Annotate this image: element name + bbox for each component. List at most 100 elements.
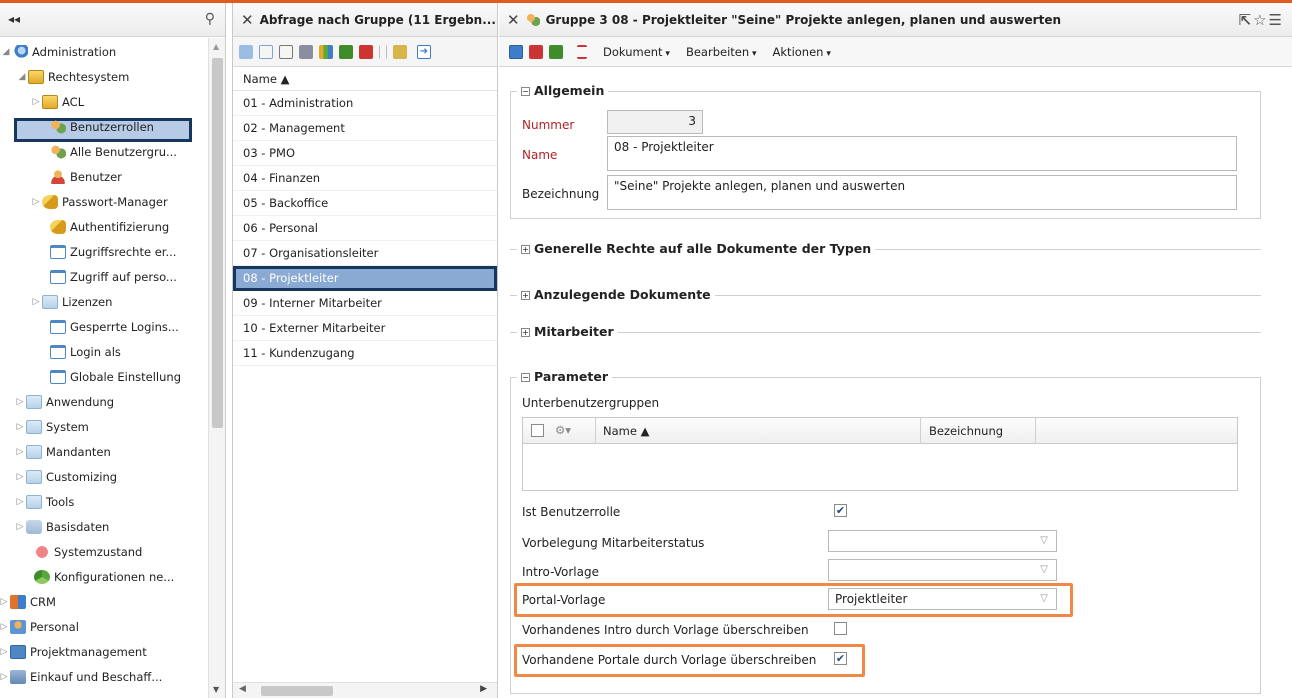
scroll-down-icon[interactable]: ▼ [213,685,219,694]
tree-item[interactable]: Gesperrte Logins... [38,316,179,338]
expand-arrow-icon[interactable]: ▷ [14,466,26,488]
save-icon[interactable] [509,44,523,59]
pdf-icon[interactable] [529,44,543,59]
tree-item[interactable]: ▷ Lizenzen [30,291,112,313]
list-item[interactable]: 07 - Organisationsleiter [233,241,497,266]
expand-arrow-icon[interactable]: ▷ [30,191,42,213]
expand-arrow-icon[interactable]: ▷ [0,616,10,638]
expand-icon[interactable]: + [521,291,530,300]
list-item[interactable]: 06 - Personal [233,216,497,241]
dokument-menu[interactable]: Dokument [603,45,670,59]
bezeichnung-field[interactable]: "Seine" Projekte anlegen, planen und aus… [607,175,1237,210]
name-column-header[interactable]: Name ▲ [233,67,497,91]
list-item[interactable]: 11 - Kundenzugang [233,341,497,366]
tree-item[interactable]: Globale Einstellung [38,366,181,388]
tree-item[interactable]: ▷ CRM [0,591,56,613]
name-field[interactable]: 08 - Projektleiter [607,136,1237,171]
tree-item[interactable]: Login als [38,341,121,363]
tree-item[interactable]: ▷ Customizing [14,466,117,488]
expand-arrow-icon[interactable]: ▷ [14,441,26,463]
chevron-down-icon[interactable]: ▽ [1040,564,1048,575]
aktionen-menu[interactable]: Aktionen [773,45,831,59]
pdf-icon[interactable] [359,44,373,59]
back-icon[interactable] [239,44,253,59]
list-item[interactable]: 09 - Interner Mitarbeiter [233,291,497,316]
scroll-up-icon[interactable]: ▲ [213,42,219,51]
list-item[interactable]: 02 - Management [233,116,497,141]
close-icon[interactable]: ✕ [507,11,520,29]
ist-benutzerrolle-checkbox[interactable]: ✔ [834,504,847,517]
grid-settings-gear-icon[interactable]: ⚙▾ [555,423,571,437]
scroll-right-icon[interactable]: ▶ [480,684,487,694]
menu-icon[interactable]: ☰ [1269,11,1284,29]
close-icon[interactable]: ✕ [241,11,254,29]
tree-item[interactable]: Zugriff auf perso... [38,266,177,288]
list-horizontal-scrollbar[interactable]: ◀ ▶ [233,682,497,698]
tree-item[interactable]: ◢ Administration [0,41,116,63]
scroll-thumb[interactable] [261,686,333,696]
tree-item[interactable]: ▷ Projektmanagement [0,641,147,663]
tree-item[interactable]: ▷ Personal [0,616,79,638]
tree-item[interactable]: Systemzustand [22,541,142,563]
expand-arrow-icon[interactable]: ◢ [0,41,12,63]
expand-arrow-icon[interactable]: ▷ [30,291,42,313]
export-icon[interactable] [339,44,353,59]
select-all-checkbox[interactable] [531,424,544,437]
portal-vorlage-select[interactable]: Projektleiter ▽ [828,588,1057,610]
expand-arrow-icon[interactable]: ▷ [14,391,26,413]
tree-item[interactable]: ▷ Einkauf und Beschaff... [0,666,162,688]
tree-item[interactable]: Authentifizierung [38,216,169,238]
tree-item[interactable]: ▷ Passwort-Manager [30,191,168,213]
tree-scrollbar[interactable]: ▲ ▼ [208,38,225,698]
mitarbeiter-section[interactable]: + Mitarbeiter [517,324,618,339]
tree-item[interactable]: ▷ Tools [14,491,74,513]
tree-item[interactable]: ▷ Mandanten [14,441,111,463]
list-item[interactable]: 04 - Finanzen [233,166,497,191]
intro-ueberschreiben-checkbox[interactable] [834,622,847,635]
edit-icon[interactable] [393,44,407,59]
list-item[interactable]: 10 - Externer Mitarbeiter [233,316,497,341]
tree-item[interactable]: Zugriffsrechte er... [38,241,176,263]
forward-icon[interactable]: ➜ [417,44,431,59]
tree-item[interactable]: ▷ ACL [30,91,84,113]
tree-item[interactable]: ▷ Basisdaten [14,516,109,538]
expand-icon[interactable]: + [521,245,530,254]
print-icon[interactable] [299,44,313,59]
list-item[interactable]: 05 - Backoffice [233,191,497,216]
expand-arrow-icon[interactable]: ▷ [14,416,26,438]
expand-icon[interactable]: + [521,328,530,337]
allgemein-legend[interactable]: − Allgemein [517,83,609,98]
scroll-left-icon[interactable]: ◀ [239,684,246,694]
grid-name-header[interactable]: Name ▲ [603,424,649,438]
collapse-icon[interactable]: − [521,373,530,382]
list-item[interactable]: 03 - PMO [233,141,497,166]
list-icon[interactable] [577,44,587,59]
tree-item[interactable]: ▷ Anwendung [14,391,114,413]
generelle-rechte-section[interactable]: + Generelle Rechte auf alle Dokumente der… [517,241,876,256]
favorite-star-icon[interactable]: ☆ [1253,11,1268,29]
tree-item[interactable]: Konfigurationen ne... [22,566,174,588]
copy-icon[interactable] [259,44,273,59]
bearbeiten-menu[interactable]: Bearbeiten [686,45,757,59]
tree-item[interactable]: Benutzerrollen [38,116,154,138]
anzulegende-dokumente-section[interactable]: + Anzulegende Dokumente [517,287,715,302]
expand-arrow-icon[interactable]: ▷ [14,516,26,538]
expand-arrow-icon[interactable]: ◢ [16,66,28,88]
pin-icon[interactable]: ⚲ [205,11,215,27]
export-icon[interactable] [549,44,563,59]
chart-icon[interactable] [319,44,333,59]
tree-item[interactable]: Alle Benutzergru... [38,141,177,163]
expand-arrow-icon[interactable]: ▷ [0,641,10,663]
intro-vorlage-select[interactable]: ▽ [828,559,1057,581]
tree-item[interactable]: ▷ System [14,416,89,438]
expand-arrow-icon[interactable]: ▷ [14,491,26,513]
tree-item[interactable]: Benutzer [38,166,122,188]
collapse-icon[interactable]: − [521,87,530,96]
tree-item[interactable]: ◢ Rechtesystem [16,66,129,88]
list-item[interactable]: 01 - Administration [233,91,497,116]
chevron-down-icon[interactable]: ▽ [1040,535,1048,546]
vorbelegung-select[interactable]: ▽ [828,530,1057,552]
list-item[interactable]: 08 - Projektleiter [233,266,497,291]
parameter-legend[interactable]: − Parameter [517,369,612,384]
pin-icon[interactable]: ⇱ [1239,11,1254,29]
